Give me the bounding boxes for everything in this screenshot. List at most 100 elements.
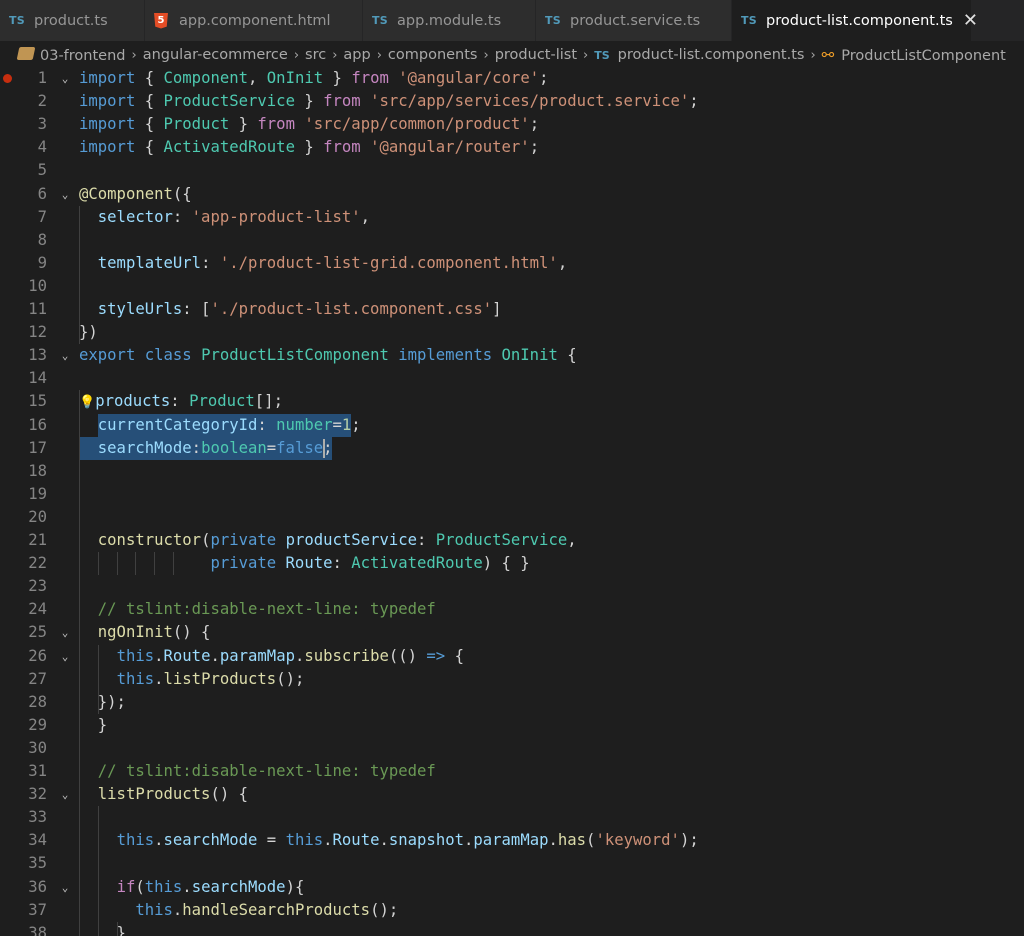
code-line[interactable]: 21 constructor(private productService: P… (0, 529, 1024, 552)
code-line[interactable]: 1 ⌄ import { Component, OnInit } from '@an… (0, 69, 1024, 90)
chevron-down-icon[interactable]: ⌄ (58, 876, 72, 899)
line-number: 23 (28, 577, 47, 596)
line-number: 38 (28, 923, 47, 936)
line-number: 19 (28, 484, 47, 503)
line-number: 35 (28, 854, 47, 873)
tab-label: app.component.html (179, 12, 331, 29)
code-line[interactable]: 18 (0, 460, 1024, 483)
breadcrumb-item[interactable]: product-list (495, 47, 577, 63)
breadcrumb-label: product-list.component.ts (617, 47, 805, 63)
html5-file-icon: 5 (154, 12, 168, 29)
editor-tab-bar: TS product.ts 5 app.component.html TS app.mod… (0, 0, 1024, 41)
code-line[interactable]: 31 // tslint:disable-next-line: typedef (0, 760, 1024, 783)
code-line[interactable]: 23 (0, 575, 1024, 598)
code-line[interactable]: 33 (0, 806, 1024, 829)
code-line[interactable]: 17 searchMode:boolean=false; (0, 437, 1024, 460)
close-icon[interactable]: ✕ (963, 11, 978, 30)
code-line[interactable]: 13 ⌄ export class ProductListComponent imp… (0, 344, 1024, 367)
chevron-down-icon[interactable]: ⌄ (58, 69, 72, 90)
code-text: }) (79, 323, 98, 342)
chevron-right-icon: › (810, 47, 816, 63)
typescript-file-icon: TS (594, 49, 610, 62)
code-line[interactable]: 32 ⌄ listProducts() { (0, 783, 1024, 806)
lightbulb-icon[interactable]: 💡 (79, 395, 95, 410)
code-line[interactable]: 14 (0, 367, 1024, 390)
code-line[interactable]: 30 (0, 737, 1024, 760)
breadcrumb-item[interactable]: angular-ecommerce (143, 47, 288, 63)
code-text: } (79, 923, 126, 936)
code-line[interactable]: 8 (0, 229, 1024, 252)
breadcrumb-item[interactable]: src (305, 47, 326, 63)
chevron-down-icon[interactable]: ⌄ (58, 183, 72, 206)
code-line[interactable]: 2 import { ProductService } from 'src/app… (0, 90, 1024, 113)
line-number: 36 (28, 877, 47, 896)
breadcrumb-item[interactable]: ⚯ ProductListComponent (822, 46, 1006, 64)
line-number: 17 (28, 438, 47, 457)
code-line[interactable]: 7 selector: 'app-product-list', (0, 206, 1024, 229)
code-line[interactable]: 19 (0, 483, 1024, 506)
code-line[interactable]: 37 this.handleSearchProducts(); (0, 899, 1024, 922)
code-text: private Route: ActivatedRoute) { } (210, 554, 530, 573)
code-line[interactable]: 24 // tslint:disable-next-line: typedef (0, 598, 1024, 621)
line-number: 20 (28, 507, 47, 526)
line-number: 32 (28, 785, 47, 804)
code-line[interactable]: 25 ⌄ ngOnInit() { (0, 621, 1024, 644)
breadcrumb-item[interactable]: TS product-list.component.ts (594, 47, 804, 63)
chevron-down-icon[interactable]: ⌄ (58, 783, 72, 806)
code-text: @Component({ (79, 184, 192, 203)
code-line[interactable]: 38 } (0, 922, 1024, 936)
code-line[interactable]: 4 import { ActivatedRoute } from '@angula… (0, 136, 1024, 159)
breadcrumb-item[interactable]: app (343, 47, 370, 63)
tab-app-module-ts[interactable]: TS app.module.ts (363, 0, 536, 41)
tab-product-service-ts[interactable]: TS product.service.ts (536, 0, 732, 41)
chevron-right-icon: › (376, 47, 382, 63)
line-number: 22 (28, 554, 47, 573)
tab-product-list-component-ts[interactable]: TS product-list.component.ts ✕ (732, 0, 978, 41)
chevron-right-icon: › (293, 47, 300, 63)
breadcrumb-label: components (387, 47, 478, 63)
code-text: styleUrls: ['./product-list.component.cs… (97, 300, 502, 318)
code-text: listProducts() { (97, 785, 249, 804)
tab-label: product.ts (34, 12, 108, 29)
code-line[interactable]: 15 💡products: Product[]; (0, 390, 1024, 413)
code-line[interactable]: 35 (0, 852, 1024, 875)
code-line[interactable]: 26 ⌄ this.Route.paramMap.subscribe(() => … (0, 645, 1024, 668)
line-number: 8 (37, 230, 47, 249)
code-line[interactable]: 10 (0, 275, 1024, 298)
tab-product-ts[interactable]: TS product.ts (0, 0, 145, 41)
line-number: 12 (28, 323, 47, 342)
chevron-down-icon[interactable]: ⌄ (58, 645, 72, 668)
folder-icon (16, 46, 36, 60)
code-line[interactable]: 12}) (0, 321, 1024, 344)
code-line[interactable]: 27 this.listProducts(); (0, 668, 1024, 691)
code-line[interactable]: 16 currentCategoryId: number=1; (0, 414, 1024, 437)
code-line[interactable]: 6 ⌄ @Component({ (0, 183, 1024, 206)
tab-app-component-html[interactable]: 5 app.component.html (145, 0, 363, 41)
breadcrumb-item[interactable]: components (388, 47, 478, 63)
code-line[interactable]: 34 this.searchMode = this.Route.snapshot… (0, 829, 1024, 852)
line-number: 3 (37, 115, 47, 134)
breadcrumb-item[interactable]: 03-frontend (16, 46, 126, 64)
line-number: 11 (28, 300, 47, 318)
line-number: 18 (28, 461, 47, 480)
chevron-down-icon[interactable]: ⌄ (58, 344, 72, 367)
line-number: 9 (37, 253, 47, 272)
code-line[interactable]: 11 styleUrls: ['./product-list.component… (0, 298, 1024, 321)
code-line[interactable]: 28 }); (0, 691, 1024, 714)
code-editor[interactable]: 1 ⌄ import { Component, OnInit } from '@an… (0, 69, 1024, 936)
text-cursor (322, 438, 325, 458)
code-line[interactable]: 9 templateUrl: './product-list-grid.comp… (0, 252, 1024, 275)
line-number: 26 (28, 646, 47, 665)
code-line[interactable]: 36 ⌄ if(this.searchMode){ (0, 876, 1024, 899)
code-line[interactable]: 3 import { Product } from 'src/app/common… (0, 113, 1024, 136)
chevron-down-icon[interactable]: ⌄ (58, 621, 72, 644)
code-text: import { Product } from 'src/app/common/… (79, 115, 540, 134)
code-line[interactable]: 20 (0, 506, 1024, 529)
code-line[interactable]: 29 } (0, 714, 1024, 737)
typescript-file-icon: TS (372, 14, 389, 27)
code-line[interactable]: 22 private Route: ActivatedRoute) { } (0, 552, 1024, 575)
code-text: import { ActivatedRoute } from '@angular… (79, 138, 540, 157)
line-number: 34 (28, 831, 47, 850)
class-symbol-icon: ⚯ (821, 46, 835, 64)
code-line[interactable]: 5 (0, 159, 1024, 182)
